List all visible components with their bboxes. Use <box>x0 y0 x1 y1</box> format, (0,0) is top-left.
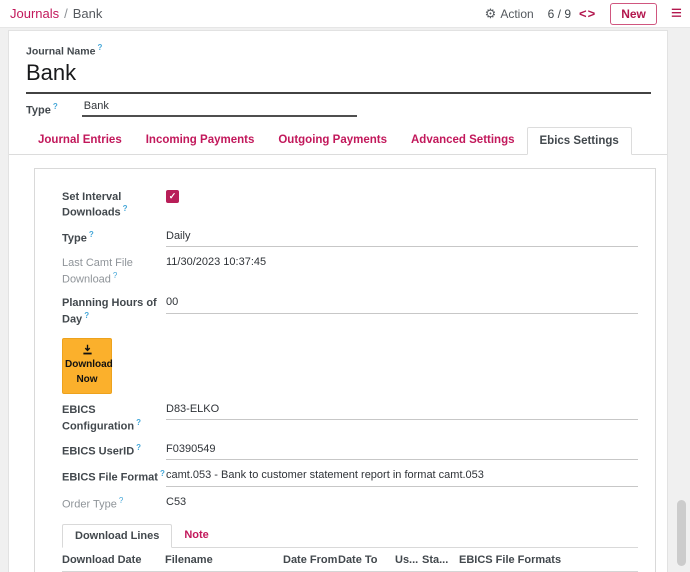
download-lines-table: Download Date Filename Date From Date To… <box>62 548 638 572</box>
tab-incoming-payments[interactable]: Incoming Payments <box>134 127 267 154</box>
breadcrumb-current-record: Bank <box>73 6 103 21</box>
col-header-date-to[interactable]: Date To <box>338 548 395 571</box>
order-type-row: Order Type? C53 <box>62 495 638 513</box>
ebics-userid-label: EBICS UserID? <box>62 442 166 460</box>
tab-outgoing-payments[interactable]: Outgoing Payments <box>266 127 399 154</box>
breadcrumb-separator: / <box>64 6 68 21</box>
ebics-configuration-label: EBICS Configuration? <box>62 402 166 434</box>
table-header-row: Download Date Filename Date From Date To… <box>62 548 638 572</box>
help-marker-icon: ? <box>89 230 94 239</box>
pager-next-icon[interactable]: > <box>588 6 597 21</box>
ebics-file-format-label: EBICS File Format? <box>62 468 166 486</box>
tab-journal-entries[interactable]: Journal Entries <box>26 127 134 154</box>
form-sheet: Journal Name? Bank Type? Bank Journal En… <box>8 30 668 572</box>
help-marker-icon: ? <box>97 43 102 52</box>
notebook-tabs: Journal Entries Incoming Payments Outgoi… <box>9 127 667 155</box>
hamburger-menu-icon[interactable]: ≡ <box>671 4 682 23</box>
help-marker-icon: ? <box>160 469 165 478</box>
record-pager: 6 / 9 <> <box>548 6 597 21</box>
interval-type-label: Type? <box>62 229 166 247</box>
pager-prev-icon[interactable]: < <box>579 6 588 21</box>
planning-hours-row: Planning Hours of Day? 00 <box>62 295 638 327</box>
action-label: Action <box>500 7 533 21</box>
last-camt-value: 11/30/2023 10:37:45 <box>166 255 638 269</box>
help-marker-icon: ? <box>136 443 141 452</box>
download-now-label: Download Now <box>65 359 113 385</box>
breadcrumb-journals-link[interactable]: Journals <box>10 6 59 21</box>
help-marker-icon: ? <box>84 311 89 320</box>
interval-type-select[interactable]: Daily <box>166 229 638 247</box>
planning-hours-input[interactable]: 00 <box>166 295 638 313</box>
col-header-user[interactable]: Us... <box>395 548 422 571</box>
breadcrumb: Journals / Bank <box>10 6 102 21</box>
tab-download-lines[interactable]: Download Lines <box>62 524 172 548</box>
set-interval-downloads-row: Set Interval Downloads? <box>62 189 638 221</box>
col-header-download-date[interactable]: Download Date <box>62 548 165 571</box>
journal-type-field[interactable]: Bank <box>82 100 357 117</box>
top-bar: Journals / Bank ⚙ Action 6 / 9 <> New ≡ <box>0 0 690 28</box>
col-header-process <box>610 554 656 565</box>
download-now-button[interactable]: Download Now <box>62 338 112 394</box>
vertical-scrollbar-thumb[interactable] <box>677 500 686 566</box>
tab-advanced-settings[interactable]: Advanced Settings <box>399 127 527 154</box>
help-marker-icon: ? <box>123 204 128 213</box>
order-type-label: Order Type? <box>62 495 166 513</box>
new-button[interactable]: New <box>610 3 657 25</box>
help-marker-icon: ? <box>113 271 117 280</box>
lines-notebook-tabs: Download Lines Note <box>62 524 638 548</box>
order-type-value: C53 <box>166 495 638 509</box>
pager-arrows: <> <box>579 6 596 21</box>
pager-counter: 6 / 9 <box>548 7 571 21</box>
ebics-settings-panel: Set Interval Downloads? Type? Daily Last… <box>34 168 656 572</box>
journal-name-field[interactable]: Bank <box>26 58 651 94</box>
action-menu-button[interactable]: ⚙ Action <box>485 6 534 22</box>
col-header-date-from[interactable]: Date From <box>283 548 338 571</box>
tab-ebics-settings[interactable]: Ebics Settings <box>527 127 632 155</box>
journal-name-block: Journal Name? Bank <box>9 43 667 94</box>
interval-type-row: Type? Daily <box>62 229 638 247</box>
help-marker-icon: ? <box>119 496 123 505</box>
ebics-userid-field[interactable]: F0390549 <box>166 442 638 460</box>
set-interval-downloads-label: Set Interval Downloads? <box>62 189 166 221</box>
ebics-file-format-field[interactable]: camt.053 - Bank to customer statement re… <box>166 468 638 486</box>
last-camt-row: Last Camt File Download? 11/30/2023 10:3… <box>62 255 638 287</box>
tab-note[interactable]: Note <box>172 524 220 547</box>
set-interval-downloads-checkbox[interactable] <box>166 190 179 203</box>
help-marker-icon: ? <box>136 418 141 427</box>
gear-icon: ⚙ <box>485 6 497 22</box>
planning-hours-label: Planning Hours of Day? <box>62 295 166 327</box>
topbar-controls: ⚙ Action 6 / 9 <> New ≡ <box>485 3 682 25</box>
help-marker-icon: ? <box>53 102 58 111</box>
journal-type-label: Type? <box>26 102 58 117</box>
ebics-userid-row: EBICS UserID? F0390549 <box>62 442 638 460</box>
col-header-filename[interactable]: Filename <box>165 548 283 571</box>
journal-name-label: Journal Name? <box>26 43 651 58</box>
ebics-configuration-field[interactable]: D83-ELKO <box>166 402 638 420</box>
col-header-state[interactable]: Sta... <box>422 548 459 571</box>
download-icon <box>81 344 94 356</box>
ebics-file-format-row: EBICS File Format? camt.053 - Bank to cu… <box>62 468 638 486</box>
ebics-configuration-row: EBICS Configuration? D83-ELKO <box>62 402 638 434</box>
last-camt-label: Last Camt File Download? <box>62 255 166 287</box>
col-header-file-formats[interactable]: EBICS File Formats <box>459 548 610 571</box>
journal-type-row: Type? Bank <box>9 94 667 117</box>
